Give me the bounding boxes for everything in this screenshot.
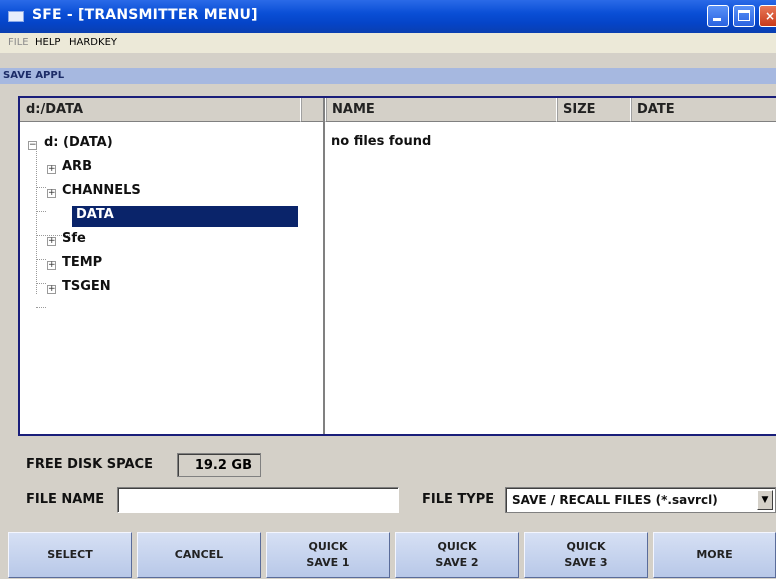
menu-help[interactable]: HELP <box>35 37 60 48</box>
tree-item-channels[interactable]: CHANNELS <box>62 183 141 198</box>
expand-icon[interactable]: + <box>47 261 56 270</box>
menu-file[interactable]: FILE <box>8 37 29 48</box>
expand-icon[interactable]: + <box>47 165 56 174</box>
expand-icon[interactable]: + <box>47 189 56 198</box>
directory-tree-pane: d:/DATA − d: (DATA) + ARB + CHANNELS DAT… <box>20 98 325 434</box>
softkey-label: QUICK <box>437 540 477 553</box>
file-name-input[interactable] <box>117 487 399 513</box>
softkey-label: QUICK <box>308 540 348 553</box>
section-header: SAVE APPL <box>0 68 776 84</box>
tree-connector <box>36 259 46 260</box>
tree-item-data[interactable]: DATA <box>72 206 298 227</box>
title-bar[interactable]: SFE - [TRANSMITTER MENU] × <box>0 0 776 33</box>
path-header-end <box>300 98 323 122</box>
softkey-label: CANCEL <box>174 548 224 561</box>
tree-root[interactable]: d: (DATA) <box>44 135 113 150</box>
expand-icon[interactable]: + <box>47 285 56 294</box>
tree-connector <box>36 283 46 284</box>
tree-item-temp[interactable]: TEMP <box>62 255 102 270</box>
path-header: d:/DATA <box>20 98 300 122</box>
file-type-value: SAVE / RECALL FILES (*.savrcl) <box>512 493 718 507</box>
expand-icon[interactable]: + <box>47 237 56 246</box>
maximize-icon <box>738 10 750 21</box>
softkey-label: QUICK <box>566 540 606 553</box>
softkey-label: SELECT <box>47 548 93 561</box>
column-header-size[interactable]: SIZE <box>556 98 630 122</box>
softkey-label: SAVE 1 <box>306 556 350 569</box>
tree-connector <box>36 146 37 294</box>
quick-save-2-button[interactable]: QUICK SAVE 2 <box>395 532 519 578</box>
minimize-button[interactable] <box>707 5 729 27</box>
tree-item-arb[interactable]: ARB <box>62 159 92 174</box>
column-header-date[interactable]: DATE <box>630 98 776 122</box>
select-button[interactable]: SELECT <box>8 532 132 578</box>
tree-item-tsgen[interactable]: TSGEN <box>62 279 111 294</box>
file-type-label: FILE TYPE <box>422 492 495 507</box>
close-icon: × <box>764 9 776 23</box>
tree-connector <box>36 187 46 188</box>
empty-message: no files found <box>331 134 432 149</box>
column-header-name[interactable]: NAME <box>325 98 556 122</box>
chevron-down-icon[interactable]: ▼ <box>757 490 773 510</box>
tree-item-sfe[interactable]: Sfe <box>62 231 86 246</box>
file-browser: d:/DATA − d: (DATA) + ARB + CHANNELS DAT… <box>18 96 776 436</box>
minimize-icon <box>713 18 721 21</box>
file-type-select[interactable]: SAVE / RECALL FILES (*.savrcl) ▼ <box>505 487 776 513</box>
collapse-icon[interactable]: − <box>28 141 37 150</box>
quick-save-3-button[interactable]: QUICK SAVE 3 <box>524 532 648 578</box>
app-icon <box>8 11 24 22</box>
more-button[interactable]: MORE <box>653 532 776 578</box>
tree-connector <box>36 211 46 212</box>
softkey-label: SAVE 3 <box>564 556 608 569</box>
menu-hardkey[interactable]: HARDKEY <box>69 37 117 48</box>
section-title: SAVE APPL <box>3 70 65 81</box>
quick-save-1-button[interactable]: QUICK SAVE 1 <box>266 532 390 578</box>
menu-bar: FILE HELP HARDKEY <box>0 33 776 53</box>
free-disk-space-value: 19.2 GB <box>177 453 261 477</box>
softkey-label: SAVE 2 <box>435 556 479 569</box>
softkey-label: MORE <box>696 548 733 561</box>
free-disk-space-label: FREE DISK SPACE <box>26 457 153 472</box>
transmitter-window: SFE - [TRANSMITTER MENU] × FILE HELP HAR… <box>0 0 776 579</box>
maximize-button[interactable] <box>733 5 755 27</box>
window-title: SFE - [TRANSMITTER MENU] <box>32 7 258 23</box>
file-name-label: FILE NAME <box>26 492 105 507</box>
tree-connector <box>36 307 46 308</box>
close-button[interactable]: × <box>759 5 776 27</box>
cancel-button[interactable]: CANCEL <box>137 532 261 578</box>
